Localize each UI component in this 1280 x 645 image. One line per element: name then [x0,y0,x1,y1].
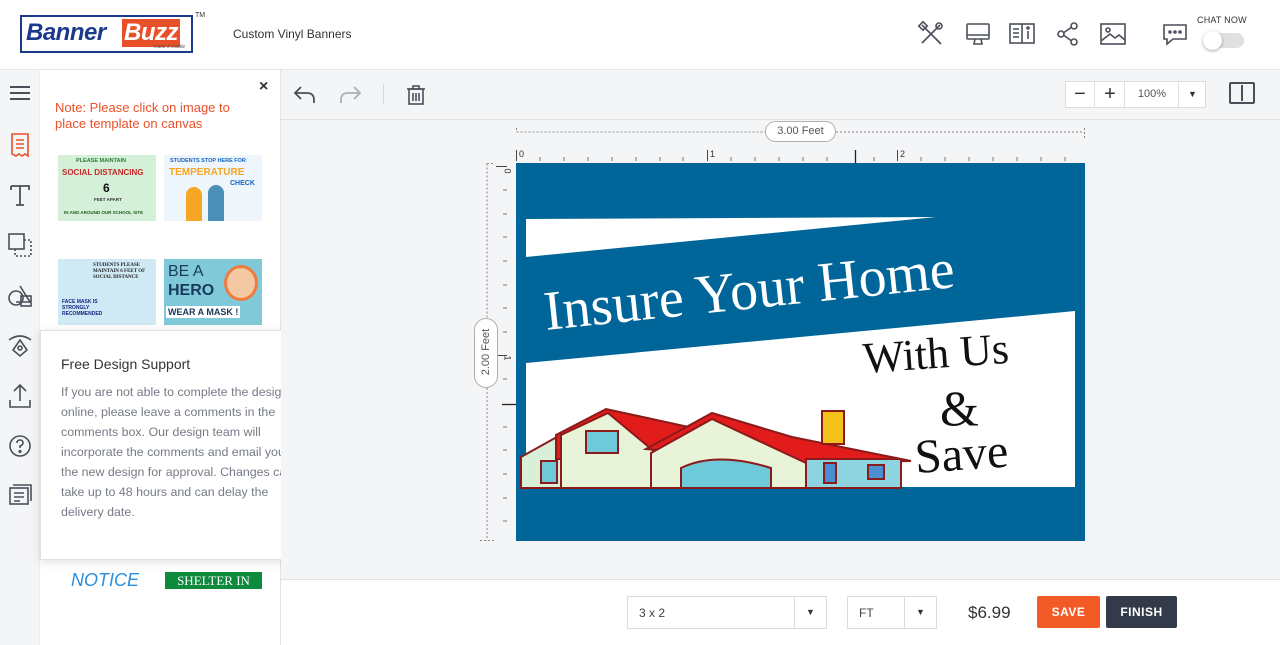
page-title: Custom Vinyl Banners [233,27,352,41]
height-dimension-text: 2.00 Feet [480,328,492,376]
thumb3-line1: STUDENTS PLEASE MAINTAIN 6 FEET OF SOCIA… [93,263,145,280]
clipart-icon[interactable] [6,332,34,360]
thumb1-line5: IN AND AROUND OUR SCHOOL SITE [64,210,144,215]
chat-toggle-knob [1203,31,1222,50]
share-icon[interactable] [1054,20,1082,48]
image-icon[interactable] [1099,20,1127,48]
size-select-value: 3 x 2 [639,606,666,620]
template-thumb-be-a-hero[interactable]: BE A HERO WEAR A MASK ! [164,259,262,325]
redo-icon[interactable] [337,82,363,108]
design-support-popup: Free Design Support × If you are not abl… [40,330,310,560]
templates-icon[interactable] [6,131,34,159]
width-dimension-label: 3.00 Feet [765,121,836,142]
banner-line-insure: Insure Your Home [541,238,957,343]
help-icon[interactable] [6,432,34,460]
shapes-icon[interactable] [6,282,34,310]
thumb4-line3: WEAR A MASK ! [166,306,241,318]
chat-toggle[interactable] [1203,31,1244,50]
save-button[interactable]: SAVE [1037,596,1100,628]
chat-now-label: CHAT NOW [1197,15,1247,25]
size-select[interactable]: 3 x 2 ▼ [627,596,827,629]
banner-artwork: Insure Your Home With Us & Save [520,217,1075,489]
thumb4-line2: HERO [168,282,215,299]
trademark: TM [195,12,206,19]
ruler-left-label-1: 1 [502,355,513,361]
template-thumb-temperature[interactable]: STUDENTS STOP HERE FOR TEMPERATURE CHECK [164,155,262,221]
template-thumb-shelter[interactable]: SHELTER IN PLACE [165,572,262,589]
unit-dropdown-icon[interactable]: ▼ [904,597,936,628]
trash-icon[interactable] [403,82,429,108]
menu-icon[interactable] [6,79,34,107]
layers-icon[interactable] [6,231,34,259]
thumb4-line1: BE A [168,263,204,280]
bottom-bar: 3 x 2 ▼ FT ▼ $6.99 SAVE FINISH [281,579,1280,645]
template-thumb-face-mask[interactable]: STUDENTS PLEASE MAINTAIN 6 FEET OF SOCIA… [58,259,156,325]
template-thumb-notice[interactable]: NOTICE [71,570,139,591]
panel-toggle-icon[interactable] [1229,82,1255,104]
canvas-toolbar: − + 100% ▼ [281,70,1280,120]
tool-rail [0,70,40,645]
chat-icon[interactable] [1161,20,1189,48]
zoom-out-button[interactable]: − [1066,82,1095,107]
undo-icon[interactable] [292,82,318,108]
template-thumb-social-distancing[interactable]: PLEASE MAINTAIN SOCIAL DISTANCING 6 FEET… [58,155,156,221]
book-info-icon[interactable] [1008,20,1036,48]
template-note: Note: Please click on image to place tem… [55,100,230,131]
banner-line-with-us: With Us [861,324,1010,383]
ruler-top-label-2: 2 [900,149,906,159]
ruler-left-label-0: 0 [502,168,513,174]
height-dimension-label: 2.00 Feet [474,318,498,388]
zoom-control: − + 100% ▼ [1065,81,1206,108]
popup-title: Free Design Support [61,356,191,372]
thumb1-line3: 6 [103,181,110,195]
toolbar-separator [383,84,384,104]
desktop-preview-icon[interactable] [964,20,992,48]
zoom-value[interactable]: 100% [1126,82,1179,107]
thumb1-line4: FEET APART [94,197,122,202]
text-icon[interactable] [6,181,34,209]
thumb2-line3: CHECK [230,180,255,187]
size-dropdown-icon[interactable]: ▼ [794,597,826,628]
finish-button[interactable]: FINISH [1106,596,1177,628]
ruler-top-label-0: 0 [519,149,525,159]
zoom-dropdown-icon[interactable]: ▼ [1179,82,1206,107]
price-display: $6.99 [968,603,1011,622]
thumb1-line2: SOCIAL DISTANCING [62,168,144,177]
logo-text-buzz: Buzz [122,19,180,47]
panel-close-button[interactable]: × [259,78,268,96]
banner-line-save: Save [913,425,1010,484]
thumb2-line2: TEMPERATURE [169,167,245,178]
bannerbuzz-logo[interactable]: Banner Buzz make it visible [20,15,193,53]
unit-select[interactable]: FT ▼ [847,596,937,629]
design-canvas[interactable]: Insure Your Home With Us & Save [516,163,1085,541]
popup-body: If you are not able to complete the desi… [61,385,294,519]
comments-icon[interactable] [6,482,34,510]
thumb3-line2: FACE MASK IS STRONGLY RECOMMENDED [62,299,103,317]
thumb2-line1: STUDENTS STOP HERE FOR [170,158,246,164]
app-header: Banner Buzz make it visible TM Custom Vi… [0,0,1280,70]
upload-icon[interactable] [6,382,34,410]
zoom-in-button[interactable]: + [1096,82,1125,107]
logo-text-banner: Banner [26,19,106,46]
thumb1-line1: PLEASE MAINTAIN [76,158,127,164]
logo-tagline: make it visible [153,44,185,50]
ruler-top-label-1: 1 [710,149,716,159]
unit-select-value: FT [859,606,874,620]
tools-icon[interactable] [917,20,945,48]
